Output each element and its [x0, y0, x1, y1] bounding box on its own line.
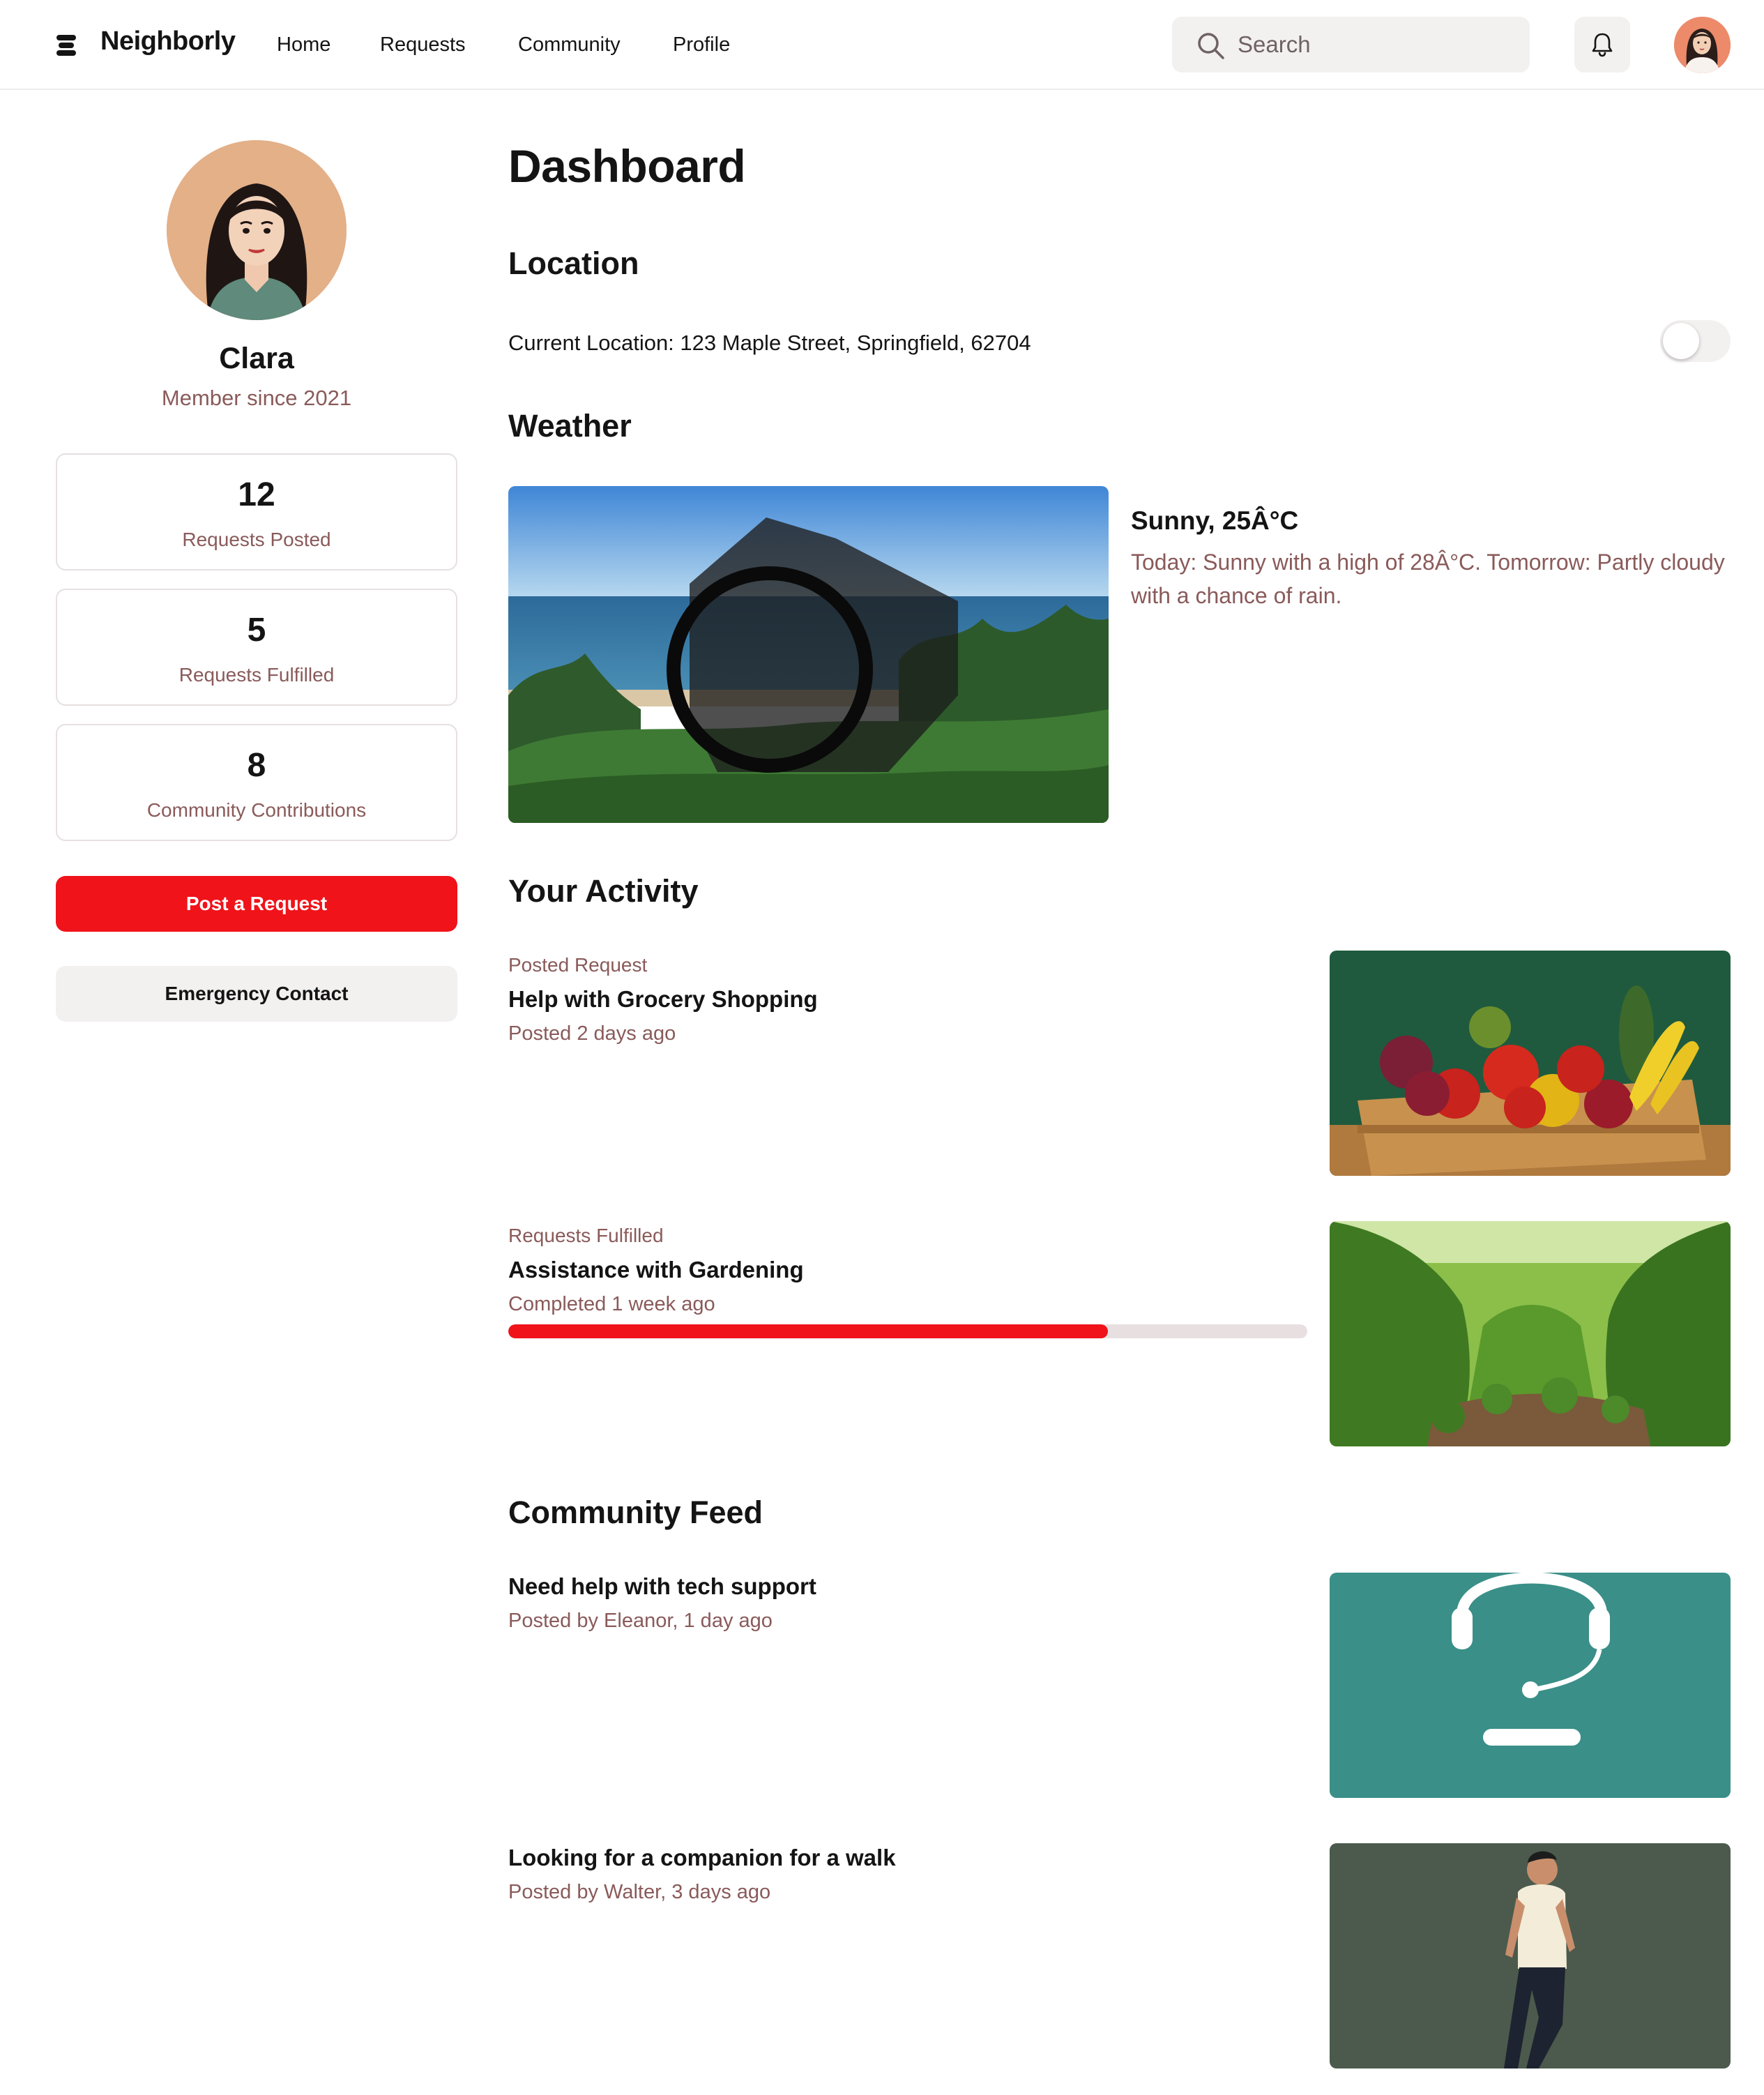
stat-card-requests-posted: 12 Requests Posted [56, 453, 457, 570]
activity-progress-bar [508, 1324, 1307, 1338]
member-since: Member since 2021 [161, 386, 352, 410]
nav-profile-link[interactable]: Profile [673, 33, 730, 56]
notifications-button[interactable] [1574, 17, 1630, 73]
stat-label: Community Contributions [146, 799, 367, 821]
nav-home-link[interactable]: Home [277, 33, 330, 56]
weather-description: Today: Sunny with a high of 28Â°C. Tomor… [1131, 550, 1725, 608]
logo-icon[interactable] [54, 33, 78, 57]
weather-title: Sunny, 25Â°C [1131, 506, 1299, 535]
search-icon [1198, 33, 1224, 59]
feed-meta: Posted by Eleanor, 1 day ago [508, 1610, 773, 1632]
post-request-button[interactable]: Post a Request [56, 876, 457, 932]
nav-community-link[interactable]: Community [518, 33, 621, 56]
page-title: Dashboard [508, 140, 746, 192]
grocery-image [1330, 951, 1731, 1176]
top-navbar: Neighborly Home Requests Community Profi… [0, 0, 1764, 90]
nav-requests-link[interactable]: Requests [380, 33, 466, 56]
profile-avatar[interactable] [167, 140, 347, 320]
gardening-image [1330, 1221, 1731, 1446]
community-feed-heading: Community Feed [508, 1495, 763, 1530]
stat-card-requests-fulfilled: 5 Requests Fulfilled [56, 589, 457, 706]
profile-name: Clara [219, 342, 294, 375]
stat-card-community-contributions: 8 Community Contributions [56, 724, 457, 841]
search-box[interactable] [1172, 17, 1530, 73]
activity-meta: Completed 1 week ago [508, 1293, 715, 1315]
stat-value: 12 [238, 476, 275, 513]
activity-category: Posted Request [508, 954, 648, 976]
activity-heading: Your Activity [508, 873, 699, 909]
feed-meta: Posted by Walter, 3 days ago [508, 1881, 771, 1903]
location-toggle[interactable] [1660, 320, 1731, 362]
progress-fill [508, 1324, 1108, 1338]
stat-label: Requests Fulfilled [178, 664, 335, 686]
current-location-text: Current Location: 123 Maple Street, Spri… [508, 331, 1031, 355]
activity-category: Requests Fulfilled [508, 1225, 664, 1246]
bell-icon [1592, 33, 1613, 57]
emergency-contact-button[interactable]: Emergency Contact [56, 966, 457, 1022]
stat-value: 8 [247, 747, 266, 784]
location-heading: Location [508, 245, 639, 281]
stat-value: 5 [247, 612, 266, 649]
toggle-knob [1663, 323, 1699, 359]
app-name[interactable]: Neighborly [100, 27, 236, 56]
feed-title[interactable]: Looking for a companion for a walk [508, 1845, 896, 1871]
activity-meta: Posted 2 days ago [508, 1022, 676, 1045]
walk-companion-image [1330, 1843, 1731, 2068]
activity-title[interactable]: Assistance with Gardening [508, 1257, 804, 1283]
activity-title[interactable]: Help with Grocery Shopping [508, 986, 818, 1013]
feed-title[interactable]: Need help with tech support [508, 1573, 816, 1600]
weather-heading: Weather [508, 408, 632, 444]
user-avatar[interactable] [1674, 17, 1731, 73]
search-input[interactable] [1238, 27, 1516, 63]
weather-image [508, 486, 1109, 823]
stat-label: Requests Posted [182, 529, 331, 550]
tech-support-image [1330, 1573, 1731, 1798]
